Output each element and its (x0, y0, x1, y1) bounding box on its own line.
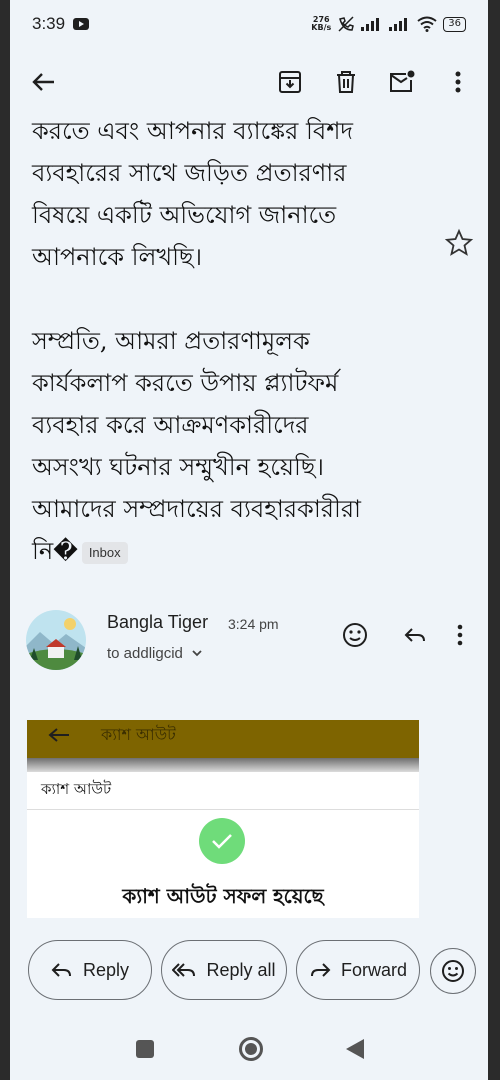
star-icon (444, 228, 474, 256)
more-vert-icon (457, 624, 463, 646)
reply-all-icon (172, 963, 196, 977)
body-line: আমাদের সম্প্রদায়ের ব্যবহারকারীরা (32, 495, 362, 523)
signal-icon (361, 18, 380, 31)
emoji-icon (442, 960, 464, 982)
recipient-text: to addligcid (107, 645, 183, 662)
forward-icon (310, 963, 331, 977)
reply-all-button[interactable]: Reply all (161, 940, 287, 1000)
inbox-label-chip[interactable]: Inbox (81, 541, 128, 564)
back-arrow-icon (32, 73, 54, 91)
message-toolbar (10, 52, 488, 112)
body-last-text: নি� (32, 537, 78, 565)
mark-unread-button[interactable] (384, 64, 420, 100)
reply-all-label: Reply all (206, 959, 276, 980)
sender-header[interactable]: Bangla Tiger 3:24 pm to addligcid (10, 608, 488, 678)
body-line: ব্যবহারের সাথে জড়িত প্রতারণার (32, 159, 347, 187)
status-bar: 3:39 276 KB/s 36 (10, 0, 488, 48)
delete-button[interactable] (328, 64, 364, 100)
phone-screen: 3:39 276 KB/s 36 করতে এবং আপনার ব্যাঙ্কে… (10, 0, 488, 1080)
emoji-icon (343, 623, 367, 647)
reply-label: Reply (82, 959, 130, 980)
mark-unread-icon (390, 70, 415, 92)
body-line: সম্প্রতি, আমরা প্রতারণামূলক (32, 327, 310, 355)
react-emoji-button[interactable] (340, 620, 370, 650)
body-line: কার্যকলাপ করতে উপায় প্ল্যাটফর্ম (32, 369, 339, 397)
body-line: আপনাকে লিখছি। (32, 243, 203, 271)
home-button[interactable] (239, 1037, 263, 1061)
more-vert-icon (455, 71, 461, 93)
back-button[interactable] (28, 66, 60, 98)
body-line: বিষয়ে একটি অভিযোগ জানাতে (32, 201, 337, 229)
wifi-icon (417, 16, 437, 32)
back-arrow-icon (48, 728, 69, 742)
archive-button[interactable] (272, 64, 308, 100)
avatar-image (26, 610, 86, 670)
body-line: ব্যবহার করে আক্রমণকারীদের (32, 411, 309, 439)
signal-2-icon (389, 18, 408, 31)
reply-icon (404, 628, 425, 642)
system-back-button[interactable] (346, 1039, 364, 1059)
phone-muted-icon (338, 16, 355, 32)
network-speed-unit: KB/s (311, 23, 332, 32)
emoji-reaction-button[interactable] (430, 948, 476, 994)
avatar[interactable] (26, 610, 86, 670)
body-line: করতে এবং আপনার ব্যাঙ্কের বিশদ (32, 117, 354, 145)
sender-name: Bangla Tiger (107, 612, 209, 632)
more-options-button[interactable] (440, 64, 476, 100)
embedded-image[interactable]: ক্যাশ আউট ক্যাশ আউট ক্যাশ আউট সফল হয়েছে (27, 720, 419, 918)
success-check-icon (199, 818, 245, 864)
reply-actions: Reply Reply all Forward (10, 940, 488, 1002)
reply-icon-button[interactable] (400, 620, 430, 650)
reply-icon (51, 963, 71, 977)
body-line-last: নি� Inbox (32, 530, 412, 572)
recent-apps-button[interactable] (136, 1040, 154, 1058)
message-body: করতে এবং আপনার ব্যাঙ্কের বিশদ ব্যবহারের … (32, 110, 412, 572)
youtube-notification-icon (73, 18, 90, 30)
recipient-details-toggle[interactable]: to addligcid (107, 645, 203, 662)
delete-icon (337, 71, 355, 93)
embedded-bar-title: ক্যাশ আউট (101, 725, 176, 744)
reply-button[interactable]: Reply (28, 940, 152, 1000)
battery-indicator: 36 (443, 16, 466, 32)
status-time: 3:39 (32, 14, 66, 33)
forward-button[interactable]: Forward (296, 940, 420, 1000)
message-more-button[interactable] (456, 620, 468, 650)
body-line: অসংখ্য ঘটনার সম্মুখীন হয়েছি। (32, 453, 324, 481)
embedded-subtitle: ক্যাশ আউট (27, 772, 419, 810)
embedded-app-bar: ক্যাশ আউট (27, 720, 419, 758)
chevron-down-icon (192, 650, 202, 657)
network-speed: 276 KB/s (311, 16, 331, 32)
star-button[interactable] (444, 228, 474, 258)
success-message: ক্যাশ আউট সফল হয়েছে (122, 884, 324, 908)
archive-icon (279, 71, 301, 93)
forward-label: Forward (340, 959, 407, 980)
sender-time: 3:24 pm (228, 616, 279, 632)
system-nav-bar (10, 1020, 488, 1080)
